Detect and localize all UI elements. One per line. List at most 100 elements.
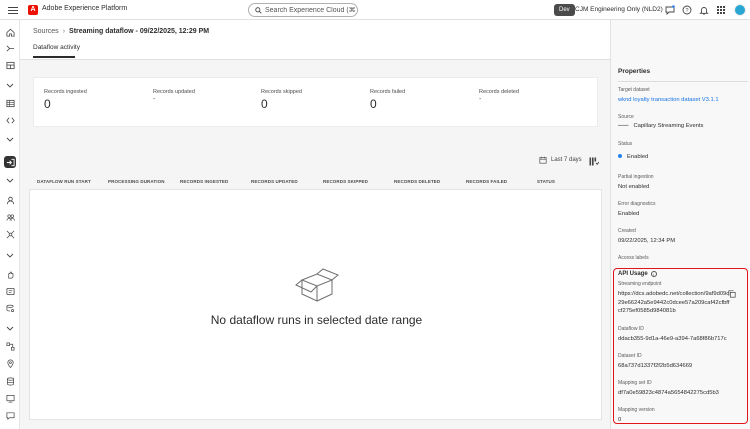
mapping-set-id-value: df7a0e59823c4874a5654842275cd5b3 [618,390,719,396]
access-labels-label: Access labels [618,255,649,261]
partial-ingestion-label: Partial ingestion [618,174,654,180]
sources-icon [6,158,15,166]
nav-alerts[interactable] [4,409,16,421]
breadcrumb-sources-link[interactable]: Sources [33,28,59,35]
column-records-updated[interactable]: RECORDS UPDATED [251,179,298,184]
user-icon [6,196,14,204]
error-diagnostics-label: Error diagnostics [618,201,656,207]
calendar-icon [539,156,547,164]
notifications-bell-icon[interactable] [699,5,709,15]
date-range-picker[interactable]: Last 7 days [539,156,582,164]
dashboard-icon [5,61,15,69]
tab-selected-indicator [33,56,75,58]
nav-catalog[interactable] [4,97,16,109]
nav-dashboards[interactable] [4,59,16,71]
page-title: Streaming dataflow - 09/22/2025, 12:29 P… [69,28,210,35]
menu-icon[interactable] [8,5,18,15]
top-header: A Adobe Experience Platform Dev CJM Engi… [0,0,750,20]
database-icon [6,377,14,385]
nav-segments[interactable] [4,211,16,223]
app-title[interactable]: Adobe Experience Platform [42,5,127,12]
mapping-version-value: 0 [618,417,622,423]
mapping-version-label: Mapping version [618,407,655,413]
created-label: Created [618,228,636,234]
dataflow-id-value: ddacb355-9d1a-46e9-a394-7a68f86b717c [618,336,727,342]
dataset-id-value: 68a737d1337f2f2b5d634669 [618,363,693,369]
dataset-id-label: Dataset ID [618,353,642,359]
chevron-down-icon[interactable] [6,253,14,259]
journey-icon [6,342,14,350]
metric-label: Records deleted [479,89,520,95]
column-processing-duration[interactable]: PROCESSING DURATION [108,179,165,184]
status-label: Status [618,141,633,147]
target-dataset-link[interactable]: wknd loyalty transaction dataset V3.1.1 [618,97,719,103]
help-icon[interactable]: ? [682,5,692,15]
user-avatar[interactable] [734,4,746,16]
nav-monitoring[interactable] [4,392,16,404]
source-name: Capillary Streaming Events [633,123,704,129]
nav-queries[interactable] [4,114,16,126]
copy-icon[interactable] [728,290,736,298]
nav-schemas[interactable] [4,285,16,297]
breadcrumb-separator: › [62,28,66,35]
info-icon[interactable]: i [650,271,657,277]
workflow-icon [6,45,14,51]
column-settings-icon[interactable] [589,157,599,166]
metric-label: Records ingested [44,89,87,95]
api-usage-title: API Usage i [618,271,657,277]
metric-records-updated: Records updated - [153,89,195,103]
feedback-icon[interactable] [665,5,675,15]
dataflow-runs-table-body: No dataflow runs in selected date range [29,189,602,420]
metric-label: Records skipped [261,89,302,95]
metric-records-deleted: Records deleted - [479,89,519,103]
column-dataflow-run-start[interactable]: DATAFLOW RUN START [37,179,91,184]
global-search[interactable] [248,3,358,17]
date-range-label: Last 7 days [551,157,582,163]
nav-datasets[interactable] [4,302,16,314]
nav-journeys[interactable] [4,340,16,352]
breadcrumb: Sources › Streaming dataflow - 09/22/202… [33,28,209,35]
metric-value: 0 [370,97,377,111]
nav-sources[interactable] [4,156,16,168]
chevron-down-icon[interactable] [6,178,14,184]
left-navigation [0,20,20,429]
status-text: Enabled [627,154,649,160]
tab-dataflow-activity[interactable]: Dataflow activity [33,44,80,56]
empty-state-message: No dataflow runs in selected date range [210,313,423,327]
metric-label: Records failed [370,89,406,95]
chevron-down-icon[interactable] [6,137,14,143]
status-dot-icon [618,154,622,159]
column-records-failed[interactable]: RECORDS FAILED [466,179,507,184]
nav-data-lake[interactable] [4,375,16,387]
dataset-search-icon [6,304,14,312]
column-records-deleted[interactable]: RECORDS DELETED [394,179,440,184]
chevron-down-icon[interactable] [6,326,14,332]
monitor-search-icon [6,394,14,402]
message-icon [6,411,14,420]
chevron-down-icon[interactable] [6,83,14,89]
nav-workflows[interactable] [4,42,16,54]
column-status[interactable]: STATUS [537,179,555,184]
home-icon [5,28,15,37]
nav-consent[interactable] [4,268,16,280]
column-records-skipped[interactable]: RECORDS SKIPPED [323,179,368,184]
source-value: ▬▬▬ Capillary Streaming Events [618,123,703,129]
apps-grid-icon[interactable] [716,5,726,15]
empty-box-icon [295,268,339,302]
nav-identities[interactable] [4,228,16,240]
metric-records-skipped: Records skipped 0 [261,89,302,111]
column-records-ingested[interactable]: RECORDS INGESTED [180,179,228,184]
environment-badge[interactable]: Dev [554,4,575,16]
org-switcher[interactable]: CJM Engineering Only (NLD2) [575,6,663,13]
table-icon [5,99,15,107]
adobe-logo-icon[interactable]: A [28,5,38,15]
api-usage-title-text: API Usage [618,271,648,277]
search-input[interactable] [265,6,355,14]
nav-destinations[interactable] [4,357,16,369]
metric-value: - [479,96,482,103]
search-icon [255,6,262,14]
metric-label: Records updated [153,89,195,95]
nav-profiles[interactable] [4,194,16,206]
source-logo-icon: ▬▬▬ [618,123,629,128]
nav-home[interactable] [4,26,16,38]
